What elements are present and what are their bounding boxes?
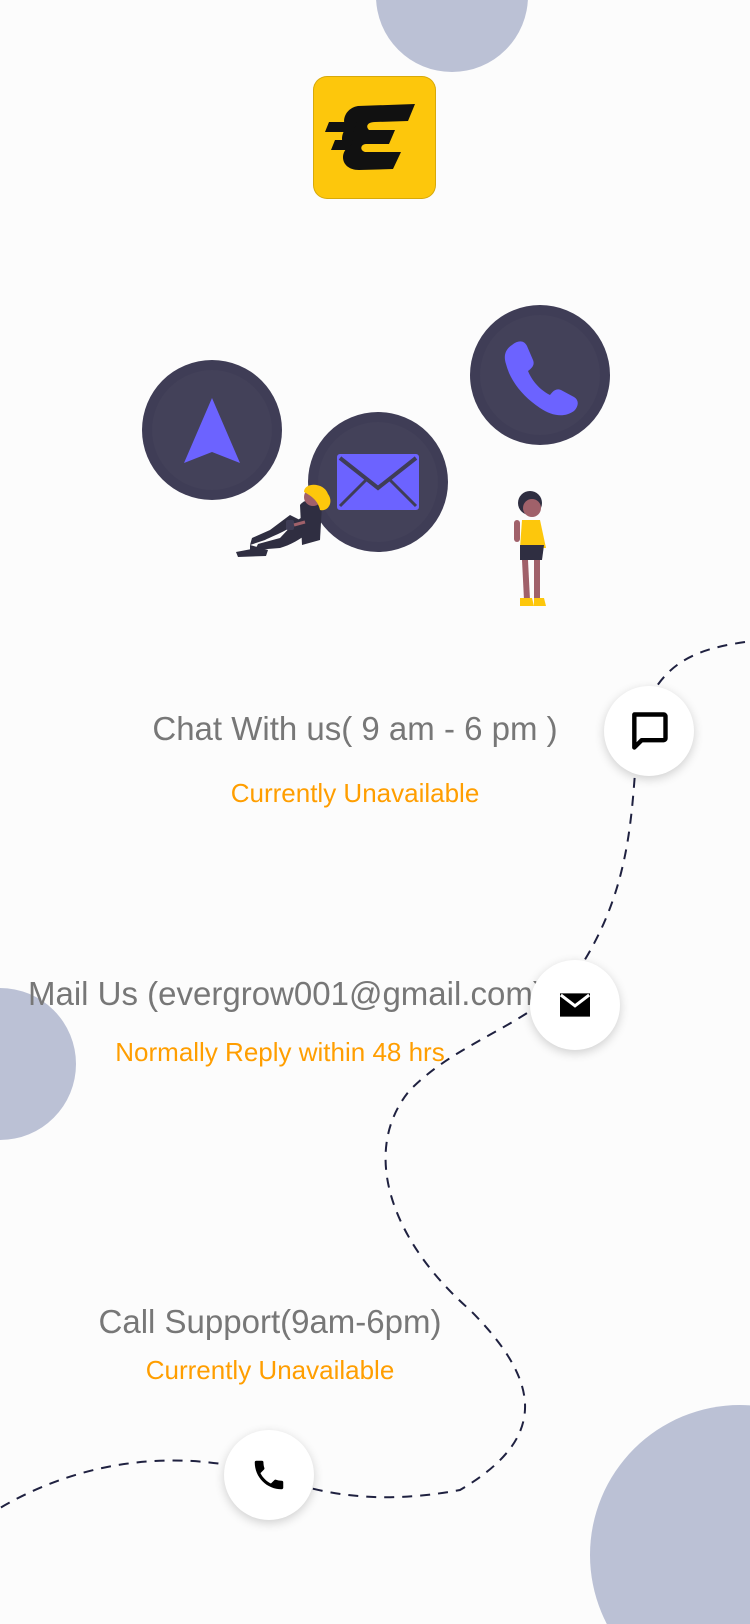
phone-icon bbox=[254, 1460, 284, 1490]
standing-person-figure bbox=[514, 491, 546, 606]
chat-status: Currently Unavailable bbox=[230, 778, 480, 808]
call-button[interactable] bbox=[224, 1430, 314, 1520]
contact-page: Chat With us( 9 am - 6 pm ) Currently Un… bbox=[0, 0, 750, 1624]
chat-label: Chat With us( 9 am - 6 pm ) bbox=[152, 710, 558, 747]
contact-hero-illustration bbox=[142, 305, 610, 606]
sitting-person-figure bbox=[236, 484, 331, 557]
navigation-icon bbox=[142, 360, 282, 500]
mail-icon bbox=[308, 412, 448, 552]
mail-button[interactable] bbox=[530, 960, 620, 1050]
phone-icon bbox=[470, 305, 610, 445]
chat-icon bbox=[632, 712, 668, 750]
mail-status: Normally Reply within 48 hrs bbox=[115, 1037, 445, 1067]
mail-icon bbox=[559, 993, 591, 1017]
call-label: Call Support(9am-6pm) bbox=[98, 1303, 442, 1340]
call-status: Currently Unavailable bbox=[145, 1355, 395, 1385]
mail-label: Mail Us (evergrow001@gmail.com) bbox=[28, 975, 544, 1012]
chat-button[interactable] bbox=[604, 686, 694, 776]
